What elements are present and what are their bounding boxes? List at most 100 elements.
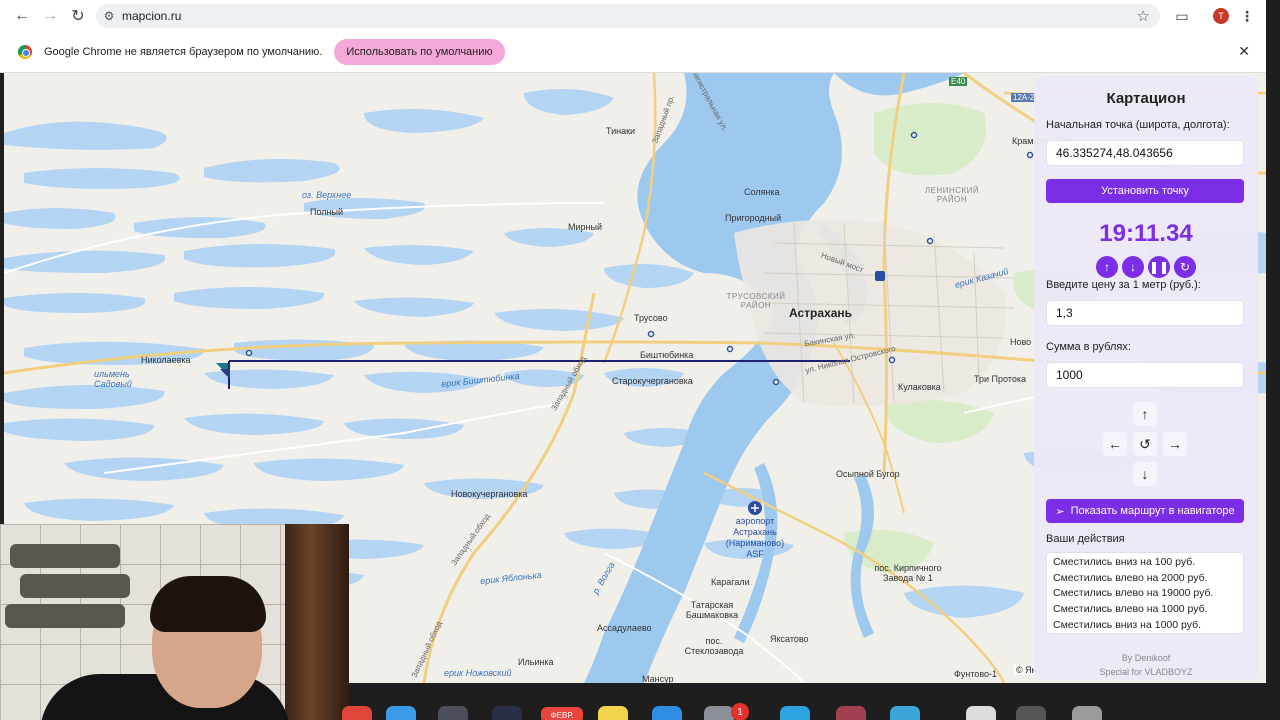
calendar-icon[interactable]: ФЕВР.	[541, 707, 583, 720]
sum-input[interactable]: 1000	[1046, 362, 1244, 388]
map-label: Осыпной Бугор	[836, 469, 900, 479]
price-label: Введите цену за 1 метр (руб.):	[1046, 279, 1201, 291]
puzzle-icon[interactable]: ▭	[1170, 3, 1194, 29]
map-point[interactable]	[910, 131, 918, 139]
screen: ← → ↻ ⚙ mapcion.ru ☆ ▭ T ⋮ Google Chrome…	[0, 0, 1280, 720]
city-label: Астрахань	[789, 306, 853, 320]
star-icon[interactable]: ☆	[1137, 7, 1150, 25]
bus-station-icon[interactable]	[875, 271, 885, 281]
reset-icon[interactable]: ↺	[1133, 432, 1157, 456]
map-label: Солянка	[744, 187, 780, 197]
map-point[interactable]	[647, 330, 655, 338]
dock-app-icon[interactable]	[386, 706, 416, 720]
url-text[interactable]: mapcion.ru	[122, 9, 181, 23]
panel-title: Картацион	[1106, 90, 1186, 107]
default-browser-infobar: Google Chrome не является браузером по у…	[0, 32, 1266, 73]
map-label: Ассадулаево	[597, 623, 652, 633]
map-point[interactable]	[1026, 151, 1034, 159]
dock-app-icon[interactable]	[652, 706, 682, 720]
map-point[interactable]	[772, 378, 780, 386]
map-label: Мансур	[642, 674, 674, 683]
dock-app-icon[interactable]	[598, 706, 628, 720]
map-point[interactable]	[926, 237, 934, 245]
list-item: Сместились вниз на 1000 руб.	[1053, 618, 1202, 631]
start-point-label: Начальная точка (широта, долгота):	[1046, 119, 1230, 131]
map-point[interactable]	[726, 345, 734, 353]
refresh-icon[interactable]: ↻	[1174, 256, 1196, 278]
dock-app-icon[interactable]	[1016, 706, 1046, 720]
arrow-up-icon[interactable]: ↑	[1133, 402, 1157, 426]
list-item: Сместились влево на 2000 руб.	[1053, 571, 1208, 584]
arrow-down-icon[interactable]: ↓	[1122, 256, 1144, 278]
dock-app-icon[interactable]	[966, 706, 996, 720]
map-label: ЛЕНИНСКИЙ РАЙОН	[924, 186, 980, 204]
map-label: пос. Стеклозавода	[684, 636, 744, 656]
kartacion-panel: Картацион Начальная точка (широта, долго…	[1034, 76, 1258, 680]
dock-app-icon[interactable]	[342, 706, 372, 720]
trash-icon[interactable]	[1072, 706, 1102, 720]
map-label: Старокучергановка	[612, 376, 693, 386]
chrome-logo-icon	[18, 45, 32, 59]
credit-by: By Denikoof	[1121, 653, 1171, 663]
address-bar[interactable]: ⚙ mapcion.ru ☆	[96, 4, 1160, 28]
infobar-message: Google Chrome не является браузером по у…	[44, 46, 323, 58]
set-default-button[interactable]: Использовать по умолчанию	[334, 39, 505, 65]
arrow-down-icon[interactable]: ↓	[1133, 462, 1157, 486]
timer-controls: ↑ ↓ ❚❚ ↻	[1096, 256, 1196, 278]
route-icon: ➢	[1055, 505, 1065, 518]
show-route-label: Показать маршрут в навигаторе	[1070, 505, 1235, 517]
browser-toolbar: ← → ↻ ⚙ mapcion.ru ☆ ▭ T ⋮	[0, 0, 1266, 32]
map-label: Ново	[1010, 337, 1032, 347]
avatar: T	[1213, 8, 1229, 24]
list-item: Сместились влево на 1000 руб.	[1053, 603, 1208, 616]
dock-app-icon[interactable]	[890, 706, 920, 720]
dock-app-icon[interactable]	[492, 706, 522, 720]
map-label: Три Протока	[974, 374, 1026, 384]
price-input[interactable]: 1,3	[1046, 300, 1244, 326]
show-route-button[interactable]: ➢ Показать маршрут в навигаторе	[1046, 499, 1244, 523]
arrow-left-icon[interactable]: ←	[1103, 432, 1127, 456]
arrow-right-icon[interactable]: →	[1163, 432, 1187, 456]
map-label: ТРУСОВСКИЙ РАЙОН	[726, 292, 786, 310]
airport-label: аэропорт Астрахань (Нариманово) ASF	[725, 516, 785, 559]
map-label: Татарская Башмаковка	[685, 600, 739, 620]
map-label: ерик Ножовский	[444, 668, 512, 678]
map-label: Яксатово	[770, 634, 809, 644]
site-info-icon[interactable]: ⚙	[96, 9, 122, 23]
pause-icon[interactable]: ❚❚	[1148, 256, 1170, 278]
notification-badge: 1	[731, 703, 749, 720]
forward-arrow-icon[interactable]: →	[37, 3, 63, 29]
map-point[interactable]	[245, 349, 253, 357]
reload-icon[interactable]: ↻	[65, 3, 91, 29]
road-badge: 12А-2	[1011, 93, 1037, 102]
kebab-menu-icon[interactable]: ⋮	[1236, 3, 1258, 29]
map-label: пос. Кирпичного Завода № 1	[874, 563, 942, 583]
dock-app-icon[interactable]	[438, 706, 468, 720]
map-label: Карагали	[711, 577, 750, 587]
map-label: оз. Верхнее	[302, 190, 352, 200]
map-label: Пригородный	[725, 213, 782, 223]
set-point-button[interactable]: Установить точку	[1046, 179, 1244, 203]
close-icon[interactable]: ✕	[1238, 43, 1250, 60]
map-label: Фунтово-1	[954, 669, 998, 679]
dock-app-icon[interactable]	[836, 706, 866, 720]
map-label: Николаевка	[141, 355, 191, 365]
actions-label: Ваши действия	[1046, 533, 1125, 545]
start-point-input[interactable]: 46.335274,48.043656	[1046, 140, 1244, 166]
map-label: Полный	[310, 207, 343, 217]
actions-log[interactable]: Сместились вниз на 100 руб. Сместились в…	[1046, 552, 1244, 634]
list-item: Сместились влево на 19000 руб.	[1053, 587, 1214, 600]
dock-app-icon[interactable]	[780, 706, 810, 720]
back-arrow-icon[interactable]: ←	[9, 3, 35, 29]
map-point[interactable]	[888, 356, 896, 364]
road-badge: E40	[949, 77, 968, 86]
dock-app-icon[interactable]	[704, 706, 734, 720]
arrow-up-icon[interactable]: ↑	[1096, 256, 1118, 278]
timer-display: 19:11.34	[1099, 220, 1193, 247]
map-label: Кулаковка	[898, 382, 941, 392]
profile-button[interactable]: T	[1208, 3, 1234, 29]
map-label: Биштюбинка	[640, 350, 694, 360]
map-label: Трусово	[634, 313, 668, 323]
credit-special: Special for VLADBOYZ	[1099, 667, 1193, 677]
map-label: Мирный	[568, 222, 602, 232]
